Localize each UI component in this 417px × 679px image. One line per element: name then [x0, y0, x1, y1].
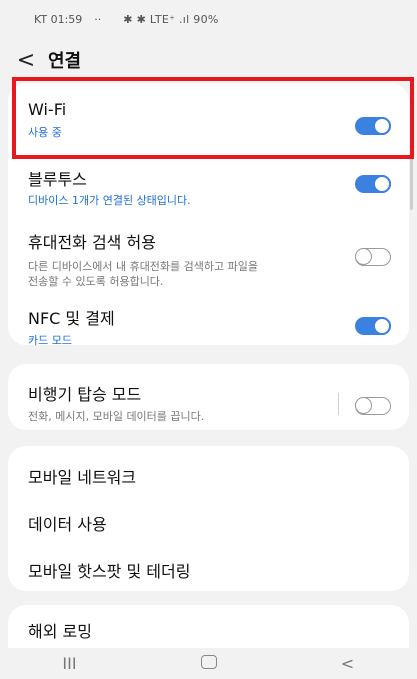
row-divider — [338, 393, 339, 415]
network-card: 모바일 네트워크 데이터 사용 모바일 핫스팟 및 테더링 — [8, 446, 409, 591]
phone-visibility-row[interactable]: 휴대전화 검색 허용 다른 디바이스에서 내 휴대전화를 검색하고 파일을 전송… — [8, 229, 409, 289]
back-button[interactable]: < — [0, 38, 52, 82]
recents-button[interactable]: III — [40, 654, 100, 673]
airplane-title: 비행기 탑승 모드 — [28, 385, 142, 404]
back-nav-icon: < — [340, 654, 355, 673]
phone-visibility-title: 휴대전화 검색 허용 — [28, 233, 156, 252]
phone-visibility-subtitle-line2: 전송할 수 있도록 허용합니다. — [28, 275, 164, 288]
wifi-highlight-box — [12, 77, 414, 159]
nfc-subtitle: 카드 모드 — [28, 334, 72, 347]
airplane-toggle[interactable] — [355, 397, 391, 415]
bluetooth-subtitle: 디바이스 1개가 연결된 상태입니다. — [28, 194, 191, 207]
phone-visibility-subtitle-line1: 다른 디바이스에서 내 휴대전화를 검색하고 파일을 — [28, 260, 259, 273]
bluetooth-row[interactable]: 블루투스 디바이스 1개가 연결된 상태입니다. — [8, 166, 409, 210]
mobile-network-title: 모바일 네트워크 — [28, 468, 137, 487]
home-icon — [200, 655, 217, 669]
nfc-row[interactable]: NFC 및 결제 카드 모드 — [8, 305, 409, 347]
airplane-row[interactable]: 비행기 탑승 모드 전화, 메시지, 모바일 데이터를 끕니다. — [8, 381, 409, 423]
toggle-knob — [373, 317, 391, 335]
navigation-bar: III < — [0, 648, 417, 679]
notification-dots: ·· — [94, 12, 102, 26]
carrier-time: KT 01:59 — [34, 12, 83, 26]
status-indicators: ✱ ✱ LTE⁺ .ıl 90% — [123, 12, 219, 26]
home-button[interactable] — [179, 654, 239, 673]
hotspot-row[interactable]: 모바일 핫스팟 및 테더링 — [8, 558, 409, 588]
bluetooth-toggle[interactable] — [355, 175, 391, 193]
toggle-knob — [355, 397, 372, 414]
airplane-card: 비행기 탑승 모드 전화, 메시지, 모바일 데이터를 끕니다. — [8, 364, 409, 430]
recents-icon: III — [62, 654, 77, 673]
data-usage-title: 데이터 사용 — [28, 515, 107, 534]
airplane-subtitle: 전화, 메시지, 모바일 데이터를 끕니다. — [28, 410, 205, 423]
back-nav-button[interactable]: < — [318, 654, 378, 673]
roaming-title: 해외 로밍 — [28, 622, 92, 641]
header: < 연결 — [0, 38, 417, 82]
page-title: 연결 — [48, 51, 82, 72]
nfc-title: NFC 및 결제 — [28, 309, 115, 328]
status-bar: KT 01:59 ·· ✱ ✱ LTE⁺ .ıl 90% — [0, 0, 417, 38]
mobile-network-row[interactable]: 모바일 네트워크 — [8, 464, 409, 494]
phone-visibility-toggle[interactable] — [355, 248, 391, 266]
roaming-row[interactable]: 해외 로밍 — [8, 618, 409, 648]
toggle-knob — [355, 248, 372, 265]
phone-visibility-subtitle: 다른 디바이스에서 내 휴대전화를 검색하고 파일을 전송할 수 있도록 허용합… — [28, 259, 385, 289]
data-usage-row[interactable]: 데이터 사용 — [8, 511, 409, 541]
toggle-knob — [373, 175, 391, 193]
back-arrow-icon: < — [16, 47, 36, 73]
bluetooth-title: 블루투스 — [28, 170, 87, 189]
nfc-toggle[interactable] — [355, 317, 391, 335]
hotspot-title: 모바일 핫스팟 및 테더링 — [28, 562, 191, 581]
